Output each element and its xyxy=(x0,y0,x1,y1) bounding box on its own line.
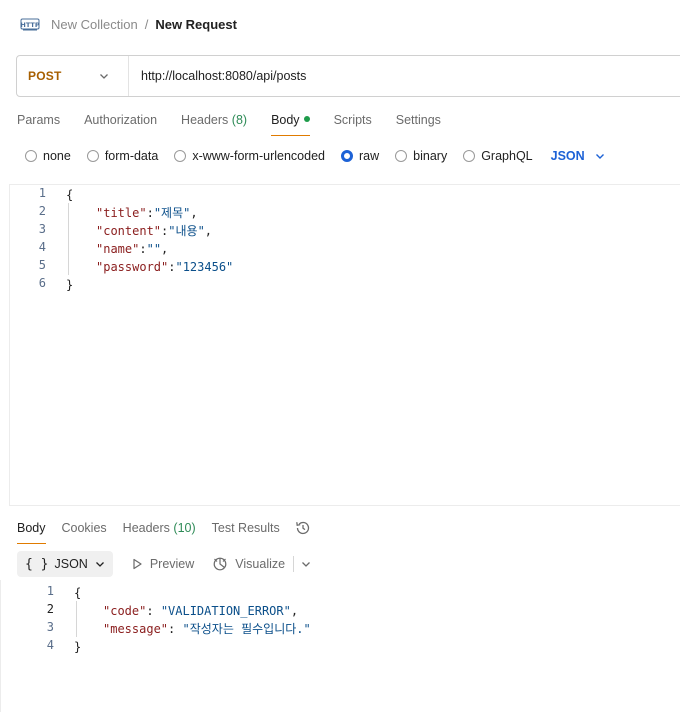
line-number: 6 xyxy=(38,276,46,290)
preview-button[interactable]: Preview xyxy=(131,557,194,571)
tab-headers-label: Headers xyxy=(181,113,229,127)
braces-icon: { } xyxy=(25,556,49,572)
code-line: "name":"", xyxy=(96,242,169,256)
radio-raw[interactable] xyxy=(341,150,353,162)
res-tab-body-label: Body xyxy=(17,521,46,535)
indent-guide xyxy=(68,203,69,275)
res-tab-body[interactable]: Body xyxy=(17,520,46,544)
tab-body-label: Body xyxy=(271,113,300,127)
code-close-brace: } xyxy=(74,640,82,654)
code-line: "code": "VALIDATION_ERROR", xyxy=(103,604,299,618)
url-input[interactable] xyxy=(129,56,680,96)
line-number: 4 xyxy=(38,240,46,254)
line-number: 2 xyxy=(46,602,54,616)
http-request-icon: HTTP xyxy=(20,16,40,32)
chevron-down-icon[interactable] xyxy=(301,559,311,569)
visualize-label: Visualize xyxy=(235,557,286,571)
code-open-brace: { xyxy=(74,586,82,600)
response-format-select[interactable]: { } JSON xyxy=(17,551,113,577)
play-icon xyxy=(133,558,142,570)
body-type-none[interactable]: none xyxy=(25,149,71,163)
body-type-urlencoded-label: x-www-form-urlencoded xyxy=(192,149,325,163)
preview-label: Preview xyxy=(149,557,195,571)
url-bar: POST xyxy=(16,55,680,97)
res-tab-headers[interactable]: Headers (10) xyxy=(123,520,196,544)
method-select[interactable]: POST xyxy=(17,56,129,96)
radio-none[interactable] xyxy=(25,150,37,162)
radio-urlencoded[interactable] xyxy=(174,150,187,162)
res-tab-cookies-label: Cookies xyxy=(61,521,107,535)
response-body-viewer[interactable]: 1 2 3 4 { "code": "VALIDATION_ERROR", "m… xyxy=(0,580,680,712)
chevron-down-icon xyxy=(95,562,104,567)
line-number: 3 xyxy=(46,620,54,634)
response-toolbar: { } JSON Preview Visualize xyxy=(17,551,311,577)
code-close-brace: } xyxy=(66,278,74,292)
breadcrumb: HTTP New Collection / New Request xyxy=(20,14,237,34)
tab-settings[interactable]: Settings xyxy=(396,112,441,136)
body-type-urlencoded[interactable]: x-www-form-urlencoded xyxy=(174,149,325,163)
tab-scripts-label: Scripts xyxy=(333,113,372,127)
chevron-down-icon xyxy=(595,154,604,159)
body-format-select[interactable]: JSON xyxy=(551,149,605,163)
tab-params-label: Params xyxy=(17,113,61,127)
body-type-options: none form-data x-www-form-urlencoded raw… xyxy=(25,148,605,164)
tab-scripts[interactable]: Scripts xyxy=(334,112,372,136)
line-number: 4 xyxy=(46,638,54,652)
tab-params[interactable]: Params xyxy=(17,112,60,136)
res-tab-headers-label: Headers xyxy=(122,521,170,535)
body-type-graphql[interactable]: GraphQL xyxy=(463,149,533,163)
body-type-binary[interactable]: binary xyxy=(395,149,447,163)
body-type-graphql-label: GraphQL xyxy=(481,149,533,163)
chevron-down-icon xyxy=(100,74,108,79)
code-open-brace: { xyxy=(66,188,74,202)
res-tab-test-results[interactable]: Test Results xyxy=(212,520,280,544)
body-type-raw[interactable]: raw xyxy=(341,149,379,163)
body-format-label: JSON xyxy=(550,149,585,163)
body-type-raw-label: raw xyxy=(359,149,380,163)
code-line: "content":"내용", xyxy=(96,224,213,238)
code-line: "password":"123456" xyxy=(96,260,234,274)
tab-authorization-label: Authorization xyxy=(84,113,158,127)
body-modified-dot-icon xyxy=(303,116,310,122)
svg-text:HTTP: HTTP xyxy=(20,21,39,29)
line-number: 1 xyxy=(38,186,46,200)
radio-form-data[interactable] xyxy=(86,150,99,162)
res-tab-test-results-label: Test Results xyxy=(211,521,280,535)
body-type-binary-label: binary xyxy=(413,149,448,163)
breadcrumb-collection[interactable]: New Collection xyxy=(51,17,138,32)
res-tab-cookies[interactable]: Cookies xyxy=(62,520,107,544)
tab-headers-count: (8) xyxy=(231,113,248,127)
request-name[interactable]: New Request xyxy=(155,17,237,32)
method-label: POST xyxy=(28,69,62,83)
line-number: 2 xyxy=(38,204,46,218)
history-icon[interactable] xyxy=(294,519,312,537)
breadcrumb-separator: / xyxy=(144,16,149,32)
request-tabs: Params Authorization Headers (8) Body Sc… xyxy=(17,112,465,136)
response-tabs: Body Cookies Headers (10) Test Results xyxy=(17,520,312,544)
tab-settings-label: Settings xyxy=(395,113,441,127)
tab-authorization[interactable]: Authorization xyxy=(84,112,157,136)
line-number: 5 xyxy=(38,258,46,272)
request-body-editor[interactable]: 1 2 3 4 5 6 { "title":"제목", "content":"내… xyxy=(9,184,680,506)
res-tab-headers-count: (10) xyxy=(173,521,196,535)
radio-graphql[interactable] xyxy=(463,150,476,162)
radio-binary[interactable] xyxy=(395,150,408,162)
body-type-form-data-label: form-data xyxy=(104,149,159,163)
toolbar-divider xyxy=(293,556,295,572)
code-line: "title":"제목", xyxy=(96,206,198,220)
code-line: "message": "작성자는 필수입니다." xyxy=(103,622,311,636)
body-type-none-label: none xyxy=(43,149,71,163)
line-number: 1 xyxy=(46,584,54,598)
visualize-icon xyxy=(213,557,227,571)
tab-body[interactable]: Body xyxy=(271,112,310,136)
visualize-button[interactable]: Visualize xyxy=(212,556,285,572)
indent-guide xyxy=(76,601,77,637)
line-number: 3 xyxy=(38,222,46,236)
tab-headers[interactable]: Headers (8) xyxy=(181,112,247,136)
response-format-label: JSON xyxy=(54,557,88,571)
body-type-form-data[interactable]: form-data xyxy=(86,149,159,163)
